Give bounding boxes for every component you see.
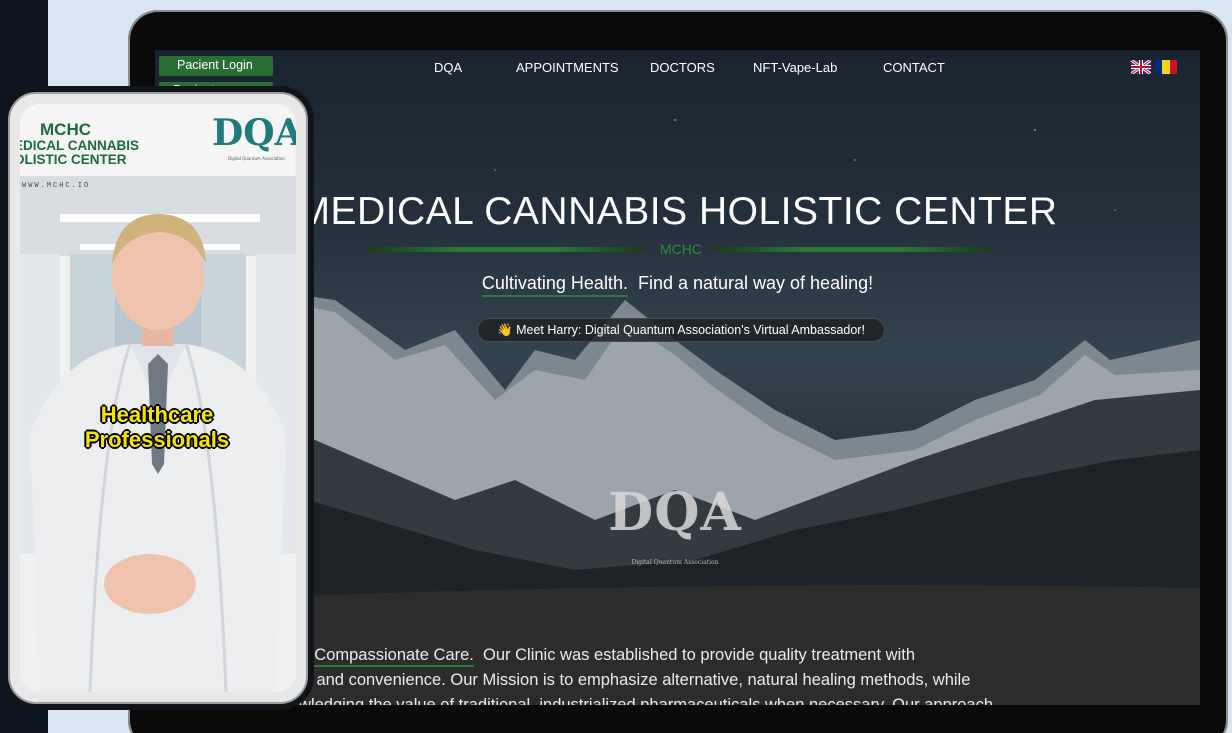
caption-line-2: Professionals [84, 427, 230, 452]
dqa-logo: DQA [608, 482, 742, 543]
hero-section: Pacient Login DQA APPOINTMENTS DOCTORS N… [155, 50, 1200, 602]
phone-brand-line-2: OLISTIC CENTER [20, 152, 127, 167]
mission-line-1: Quality, Compassionate Care. Our Clinic … [255, 643, 1155, 668]
phone-dqa-logo-subtitle: Digital Quantum Association [228, 156, 285, 161]
nav-link-dqa[interactable]: DQA [434, 60, 462, 75]
nav-link-contact[interactable]: CONTACT [883, 60, 945, 75]
uk-flag-icon[interactable] [1131, 60, 1151, 74]
hero-title: MEDICAL CANNABIS HOLISTIC CENTER [297, 190, 1058, 233]
nav-link-appointments[interactable]: APPOINTMENTS [516, 60, 619, 75]
tagline-highlight: Cultivating Health. [481, 273, 628, 297]
section-divider-wave [155, 585, 1200, 602]
title-rule-right [713, 247, 991, 252]
romania-flag-icon[interactable] [1155, 60, 1177, 74]
phone-url: WWW.MCHC.IO [22, 182, 91, 190]
nav-link-doctors[interactable]: DOCTORS [650, 60, 715, 75]
nav-link-nft-vape-lab[interactable]: NFT-Vape-Lab [753, 60, 837, 75]
mission-statement: Quality, Compassionate Care. Our Clinic … [255, 643, 1155, 705]
video-caption: Healthcare Professionals [20, 402, 294, 452]
tagline-text: Find a natural way of healing! [637, 273, 874, 293]
phone-dqa-logo: DQA [212, 112, 296, 154]
top-navigation: Pacient Login DQA APPOINTMENTS DOCTORS N… [155, 50, 1200, 86]
title-rule-left [367, 247, 645, 252]
doctor-video-frame [20, 104, 296, 692]
mission-line-1-text: Our Clinic was established to provide qu… [483, 646, 915, 664]
website-screen: Pacient Login DQA APPOINTMENTS DOCTORS N… [155, 50, 1200, 705]
phone-brand-header: MCHC EDICAL CANNABIS OLISTIC CENTER DQA … [20, 104, 296, 176]
phone-frame: MCHC EDICAL CANNABIS OLISTIC CENTER DQA … [8, 92, 308, 704]
mission-line-2: passion and convenience. Our Mission is … [255, 671, 971, 689]
mission-line-3: acknowledging the value of traditional, … [255, 696, 994, 705]
caption-line-1: Healthcare [100, 402, 214, 427]
hero-tagline: Cultivating Health. Find a natural way of… [155, 273, 1200, 297]
phone-video-screen: MCHC EDICAL CANNABIS OLISTIC CENTER DQA … [20, 104, 296, 692]
dqa-logo-subtitle: Digital Quantum Association [631, 559, 719, 566]
phone-brand-abbr: MCHC [40, 120, 91, 139]
patient-login-button[interactable]: Pacient Login [159, 56, 273, 76]
ambassador-button[interactable]: 👋 Meet Harry: Digital Quantum Associatio… [477, 318, 885, 342]
phone-brand-line-1: EDICAL CANNABIS [20, 138, 140, 153]
